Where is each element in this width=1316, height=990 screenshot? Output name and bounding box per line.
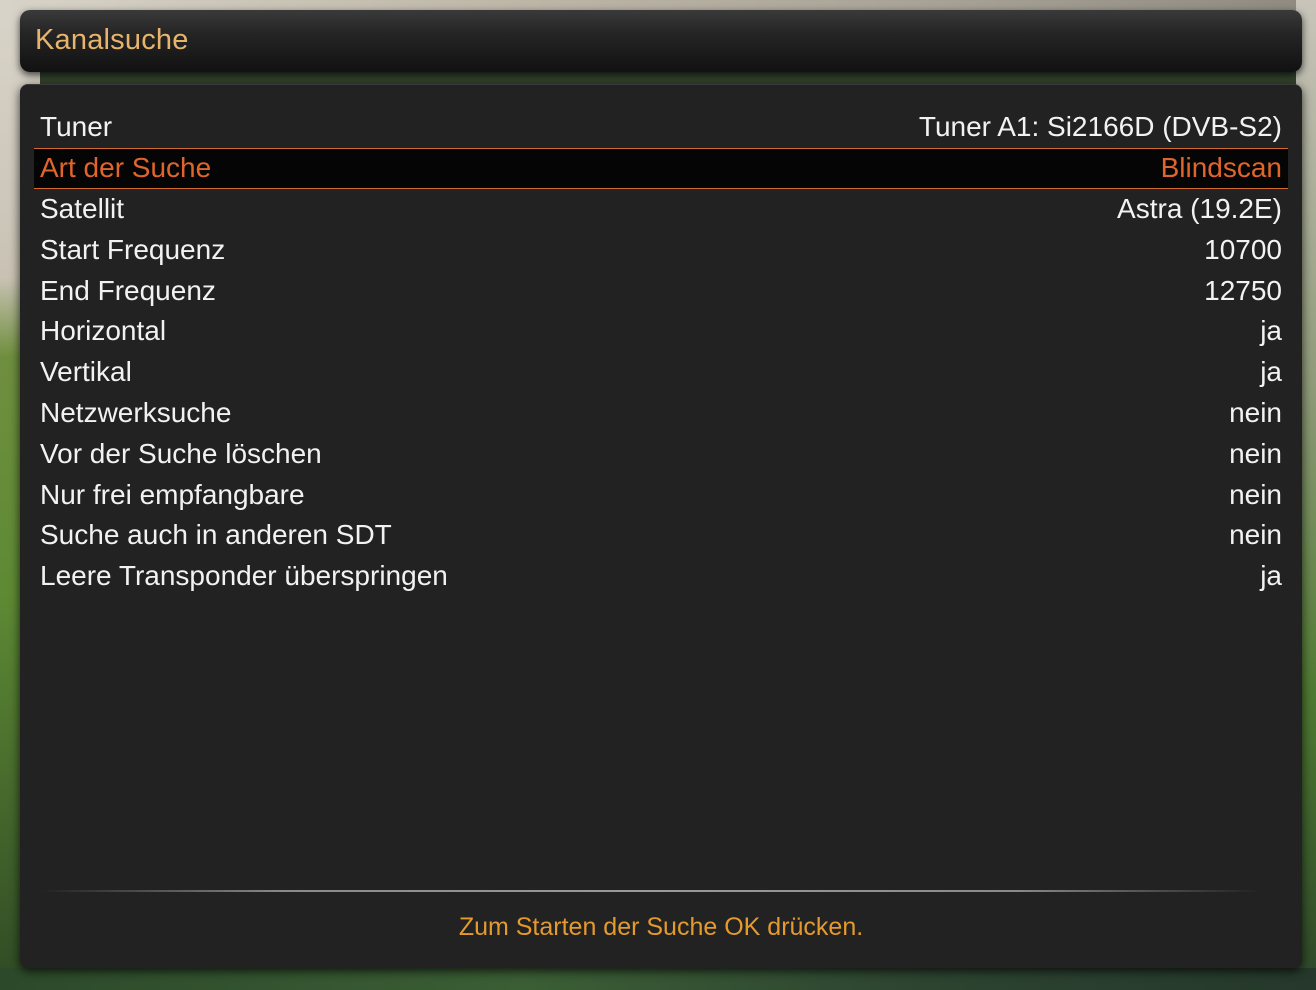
setting-value: nein — [1229, 437, 1282, 469]
setting-row-free-only[interactable]: Nur frei empfangbare nein — [34, 474, 1288, 515]
setting-row-clear-before-search[interactable]: Vor der Suche löschen nein — [34, 433, 1288, 474]
setting-label: Nur frei empfangbare — [40, 478, 305, 510]
setting-label: Suche auch in anderen SDT — [40, 519, 392, 551]
setting-label: Netzwerksuche — [40, 396, 232, 428]
setting-value: nein — [1229, 396, 1282, 428]
setting-label: Vertikal — [40, 356, 132, 388]
setting-label: Tuner — [40, 111, 113, 143]
setting-label: Vor der Suche löschen — [40, 437, 322, 469]
footer-divider — [40, 890, 1260, 892]
window-title: Kanalsuche — [35, 24, 189, 56]
setting-value: 12750 — [1204, 274, 1282, 306]
setting-row-tuner[interactable]: Tuner Tuner A1: Si2166D (DVB-S2) — [34, 107, 1288, 148]
setting-row-skip-empty-transponders[interactable]: Leere Transponder überspringen ja — [34, 556, 1288, 597]
setting-value: ja — [1260, 315, 1282, 347]
setting-label: Horizontal — [40, 315, 167, 347]
setting-value: ja — [1260, 560, 1282, 592]
setting-label: Satellit — [40, 192, 125, 224]
setting-label: Art der Suche — [40, 152, 212, 184]
setting-value: nein — [1229, 478, 1282, 510]
setting-row-vertical[interactable]: Vertikal ja — [34, 352, 1288, 393]
config-list: Tuner Tuner A1: Si2166D (DVB-S2) Art der… — [34, 107, 1288, 597]
setting-row-horizontal[interactable]: Horizontal ja — [34, 311, 1288, 352]
setting-row-start-frequency[interactable]: Start Frequenz 10700 — [34, 229, 1288, 270]
setting-row-search-type[interactable]: Art der Suche Blindscan — [34, 147, 1288, 189]
channel-search-panel: Tuner Tuner A1: Si2166D (DVB-S2) Art der… — [20, 84, 1302, 968]
setting-value: 10700 — [1204, 233, 1282, 265]
setting-row-network-search[interactable]: Netzwerksuche nein — [34, 393, 1288, 434]
title-bar: Kanalsuche — [20, 10, 1302, 72]
footer-hint: Zum Starten der Suche OK drücken. — [458, 913, 864, 941]
setting-value: Astra (19.2E) — [1117, 192, 1282, 224]
setting-value: Blindscan — [1160, 152, 1282, 184]
setting-label: Start Frequenz — [40, 233, 226, 265]
setting-label: End Frequenz — [40, 274, 216, 306]
setting-value: nein — [1229, 519, 1282, 551]
setting-row-other-sdt[interactable]: Suche auch in anderen SDT nein — [34, 515, 1288, 556]
setting-value: Tuner A1: Si2166D (DVB-S2) — [918, 111, 1282, 143]
setting-label: Leere Transponder überspringen — [40, 560, 448, 592]
setting-row-satellite[interactable]: Satellit Astra (19.2E) — [34, 189, 1288, 230]
setting-row-end-frequency[interactable]: End Frequenz 12750 — [34, 270, 1288, 311]
background-scenery-bottom — [0, 968, 1316, 990]
setting-value: ja — [1260, 356, 1282, 388]
